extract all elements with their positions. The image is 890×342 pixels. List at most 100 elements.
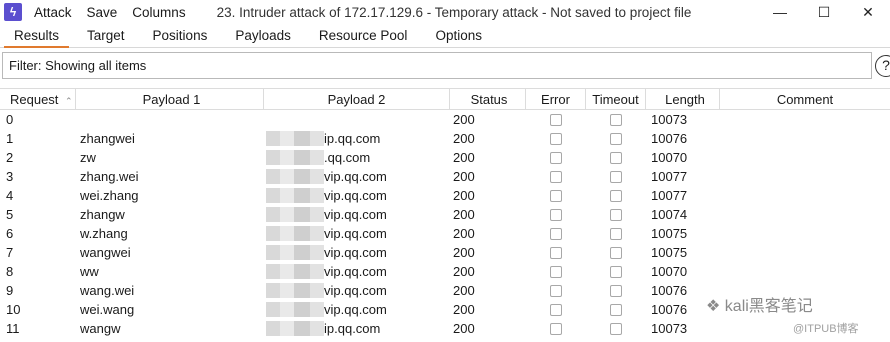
cell-timeout [586, 186, 646, 205]
cell-comment [720, 243, 890, 262]
table-row[interactable]: 2 zw .qq.com 200 10070 [0, 148, 890, 167]
maximize-icon[interactable]: ☐ [802, 0, 846, 24]
tab-target[interactable]: Target [73, 26, 139, 47]
timeout-checkbox [610, 189, 622, 202]
cell-payload2: vip.qq.com [264, 262, 450, 281]
cell-timeout [586, 110, 646, 129]
cell-status: 200 [453, 226, 475, 241]
cell-status: 200 [453, 321, 475, 336]
burp-app-icon: ϟ [4, 3, 22, 21]
cell-request: 7 [6, 245, 14, 260]
filter-bar[interactable]: Filter: Showing all items [2, 52, 872, 79]
cell-timeout [586, 262, 646, 281]
close-icon[interactable]: ✕ [846, 0, 890, 24]
cell-comment [720, 110, 890, 129]
cell-payload2: vip.qq.com [264, 167, 450, 186]
minimize-icon[interactable]: — [758, 0, 802, 24]
tab-resource-pool[interactable]: Resource Pool [305, 26, 422, 47]
cell-error [526, 148, 586, 167]
timeout-checkbox [610, 113, 622, 126]
cell-status: 200 [453, 169, 475, 184]
menu-attack[interactable]: Attack [34, 5, 72, 20]
table-row[interactable]: 11 wangw ip.qq.com 200 10073 [0, 319, 890, 338]
table-row[interactable]: 1 zhangwei ip.qq.com 200 10076 [0, 129, 890, 148]
cell-request: 11 [6, 321, 20, 336]
payload2-domain: vip.qq.com [324, 302, 387, 317]
column-header-error[interactable]: Error [526, 89, 586, 109]
table-row[interactable]: 8 ww vip.qq.com 200 10070 [0, 262, 890, 281]
timeout-checkbox [610, 265, 622, 278]
redacted-blur [266, 150, 324, 165]
error-checkbox [550, 208, 562, 221]
table-row[interactable]: 5 zhangw vip.qq.com 200 10074 [0, 205, 890, 224]
column-header-payload2[interactable]: Payload 2 [264, 89, 450, 109]
tab-results[interactable]: Results [0, 26, 73, 48]
column-header-status[interactable]: Status [450, 89, 526, 109]
tab-positions[interactable]: Positions [139, 26, 222, 47]
error-checkbox [550, 246, 562, 259]
cell-length: 10070 [651, 150, 688, 165]
table-row[interactable]: 7 wangwei vip.qq.com 200 10075 [0, 243, 890, 262]
cell-comment [720, 186, 890, 205]
cell-length: 10073 [651, 112, 688, 127]
table-row[interactable]: 3 zhang.wei vip.qq.com 200 10077 [0, 167, 890, 186]
column-header-length[interactable]: Length [646, 89, 720, 109]
cell-payload2 [264, 110, 450, 129]
redacted-blur [266, 188, 324, 203]
tab-payloads[interactable]: Payloads [221, 26, 305, 47]
redacted-blur [266, 283, 324, 298]
column-header-payload1[interactable]: Payload 1 [76, 89, 264, 109]
menu-bar: Attack Save Columns [34, 5, 201, 20]
help-icon[interactable]: ? [875, 55, 890, 77]
cell-payload1: wangwei [80, 245, 131, 260]
timeout-checkbox [610, 132, 622, 145]
cell-request: 9 [6, 283, 14, 298]
error-checkbox [550, 227, 562, 240]
menu-columns[interactable]: Columns [132, 5, 185, 20]
redacted-blur [266, 131, 324, 146]
cell-comment [720, 148, 890, 167]
error-checkbox [550, 265, 562, 278]
redacted-blur [266, 264, 324, 279]
table-row[interactable]: 6 w.zhang vip.qq.com 200 10075 [0, 224, 890, 243]
timeout-checkbox [610, 246, 622, 259]
cell-length: 10076 [651, 131, 688, 146]
redacted-blur [266, 321, 324, 336]
redacted-blur [266, 302, 324, 317]
payload2-domain: ip.qq.com [324, 321, 381, 336]
error-checkbox [550, 113, 562, 126]
sort-ascending-icon: ⌃ [65, 96, 73, 106]
cell-status: 200 [453, 150, 475, 165]
cell-status: 200 [453, 207, 475, 222]
cell-comment [720, 205, 890, 224]
cell-payload2: vip.qq.com [264, 224, 450, 243]
column-header-request[interactable]: Request ⌃ [0, 89, 76, 109]
error-checkbox [550, 170, 562, 183]
cell-status: 200 [453, 112, 475, 127]
column-header-timeout[interactable]: Timeout [586, 89, 646, 109]
timeout-checkbox [610, 151, 622, 164]
window-title: 23. Intruder attack of 172.17.129.6 - Te… [216, 4, 692, 20]
cell-timeout [586, 300, 646, 319]
table-row[interactable]: 4 wei.zhang vip.qq.com 200 10077 [0, 186, 890, 205]
cell-error [526, 129, 586, 148]
watermark-kali: ❖ kali黑客笔记 [706, 292, 813, 316]
cell-error [526, 319, 586, 338]
error-checkbox [550, 284, 562, 297]
column-header-comment[interactable]: Comment [720, 89, 890, 109]
cell-timeout [586, 224, 646, 243]
watermark-itpub: @ITPUB博客 [793, 323, 859, 335]
redacted-blur [266, 226, 324, 241]
tab-options[interactable]: Options [421, 26, 496, 47]
cell-request: 4 [6, 188, 14, 203]
wechat-icon: ❖ [706, 298, 725, 315]
timeout-checkbox [610, 284, 622, 297]
cell-length: 10074 [651, 207, 688, 222]
menu-save[interactable]: Save [87, 5, 118, 20]
cell-request: 3 [6, 169, 14, 184]
cell-timeout [586, 281, 646, 300]
cell-error [526, 167, 586, 186]
table-row[interactable]: 0 200 10073 [0, 110, 890, 129]
payload2-domain: vip.qq.com [324, 283, 387, 298]
cell-payload1: zhang.wei [80, 169, 139, 184]
